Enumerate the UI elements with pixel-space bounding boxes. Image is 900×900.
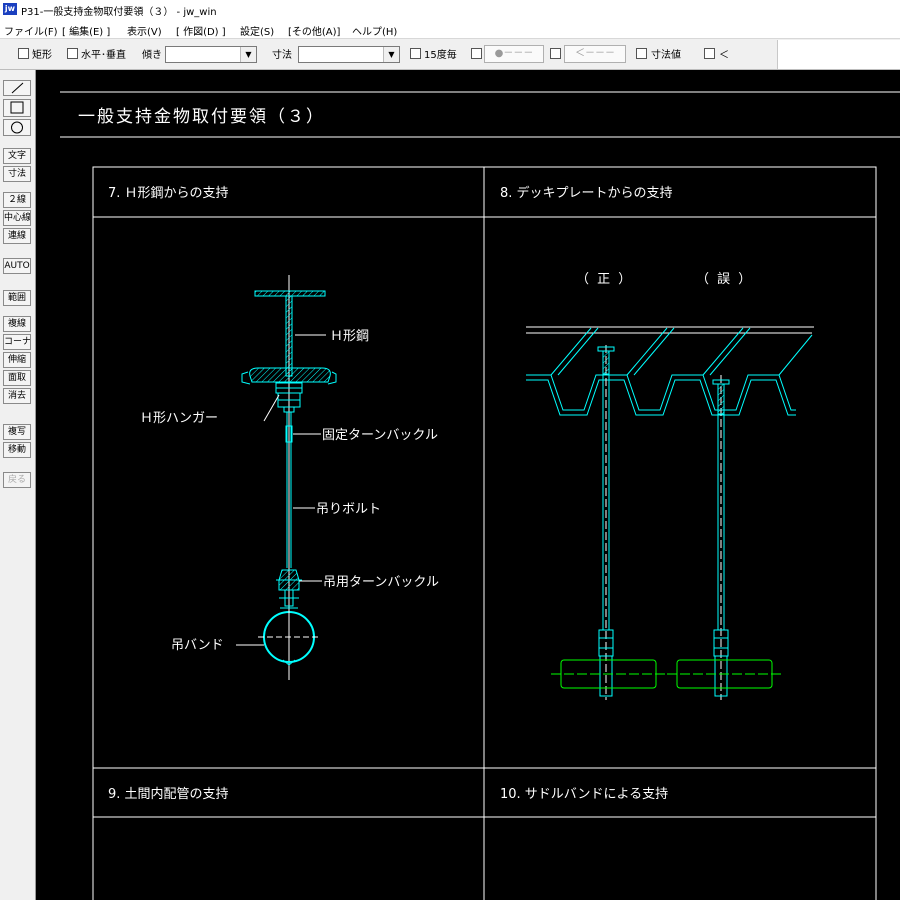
- label-hanging-turnbuckle: 吊用ターンバックル: [323, 575, 439, 590]
- menu-help[interactable]: ヘルプ(H): [352, 23, 397, 38]
- label-h-beam: Ｈ形鋼: [330, 329, 369, 344]
- button2-checkbox[interactable]: [550, 48, 561, 59]
- label-hanger-bolt: 吊りボルト: [316, 502, 381, 517]
- tilt-combo[interactable]: ▼: [165, 46, 257, 63]
- panel10-title: 10. サドルバンドによる支持: [500, 787, 668, 802]
- tilt-label: 傾き: [142, 50, 162, 61]
- every15-label: 15度毎: [424, 50, 457, 61]
- copy-tool-button[interactable]: 複写: [3, 424, 31, 440]
- correct-hanger: [597, 345, 615, 700]
- dimvalue-checkbox[interactable]: [636, 48, 647, 59]
- circle-tool-button[interactable]: [3, 119, 31, 136]
- h-beam-support-diagram: [241, 275, 337, 680]
- window-title: P31-一般支持金物取付要領（３） - jw_win: [21, 7, 217, 18]
- horizontal-checkbox[interactable]: [67, 48, 78, 59]
- square-icon: [10, 101, 24, 114]
- horizontal-label: 水平･垂直: [81, 50, 126, 61]
- last-checkbox[interactable]: [704, 48, 715, 59]
- toolbar: 矩形 水平･垂直 傾き ▼ 寸法 ▼ 15度毎 ●－－－ ＜－－－ 寸法値 ＜: [0, 39, 900, 70]
- continuous-line-tool-button[interactable]: 連線: [3, 228, 31, 244]
- menu-settings[interactable]: 設定(S): [240, 23, 274, 38]
- menu-view[interactable]: 表示(V): [127, 23, 162, 38]
- label-hanging-band: 吊バンド: [171, 638, 224, 653]
- rect-checkbox[interactable]: [18, 48, 29, 59]
- drawing-canvas[interactable]: 一般支持金物取付要領（３） 7. Ｈ形鋼からの支持 8. デッキプレートからの支…: [36, 70, 900, 900]
- line-style-button[interactable]: ●－－－: [484, 45, 544, 63]
- line-tool-button[interactable]: [3, 80, 31, 96]
- chevron-down-icon[interactable]: ▼: [383, 47, 399, 62]
- title-bar: jw P31-一般支持金物取付要領（３） - jw_win: [0, 0, 900, 19]
- range-tool-button[interactable]: 範囲: [3, 290, 31, 306]
- text-tool-button[interactable]: 文字: [3, 148, 31, 164]
- auto-tool-button[interactable]: AUTO: [3, 258, 31, 274]
- panel9-title: 9. 土間内配管の支持: [108, 786, 229, 802]
- deck-plate-diagram: [526, 326, 814, 416]
- chevron-down-icon[interactable]: ▼: [240, 47, 256, 62]
- app-icon: jw: [3, 3, 17, 15]
- h-hanger: [249, 367, 331, 383]
- tool-sidebar: 文字 寸法 ２線 中心線 連線 AUTO 範囲 複線 コーナー 伸縮 面取 消去…: [0, 70, 36, 900]
- arrow-style-button[interactable]: ＜－－－: [564, 45, 626, 63]
- dimension-tool-button[interactable]: 寸法: [3, 166, 31, 182]
- label-h-hanger: Ｈ形ハンガー: [140, 411, 218, 426]
- corner-tool-button[interactable]: コーナー: [3, 334, 31, 350]
- every15-checkbox[interactable]: [410, 48, 421, 59]
- h-beam-flange: [254, 290, 326, 297]
- h-beam-web: [285, 295, 293, 377]
- label-correct: （ 正 ）: [576, 272, 633, 287]
- wrong-hanger: [712, 375, 730, 700]
- move-tool-button[interactable]: 移動: [3, 442, 31, 458]
- button1-checkbox[interactable]: [471, 48, 482, 59]
- erase-tool-button[interactable]: 消去: [3, 388, 31, 404]
- toolbar-blank-area: [777, 40, 900, 69]
- dimvalue-label: 寸法値: [651, 50, 681, 61]
- double-line-tool-button[interactable]: ２線: [3, 192, 31, 208]
- pipes: [551, 659, 782, 689]
- undo-tool-button[interactable]: 戻る: [3, 472, 31, 488]
- rect-label: 矩形: [32, 50, 52, 61]
- menu-draw[interactable]: [ 作図(D) ]: [176, 23, 226, 38]
- page-title: 一般支持金物取付要領（３）: [78, 107, 325, 127]
- dimension-label: 寸法: [272, 50, 292, 61]
- cad-drawing: 一般支持金物取付要領（３） 7. Ｈ形鋼からの支持 8. デッキプレートからの支…: [60, 91, 900, 900]
- center-line-tool-button[interactable]: 中心線: [3, 210, 31, 226]
- menu-edit[interactable]: [ 編集(E) ]: [62, 23, 110, 38]
- panel8-title: 8. デッキプレートからの支持: [500, 185, 673, 201]
- menu-other[interactable]: [その他(A)]: [288, 23, 340, 38]
- chamfer-tool-button[interactable]: 面取: [3, 370, 31, 386]
- circle-icon: [11, 121, 23, 134]
- extend-tool-button[interactable]: 伸縮: [3, 352, 31, 368]
- menu-file[interactable]: ファイル(F): [4, 23, 58, 38]
- menu-bar: ファイル(F) [ 編集(E) ] 表示(V) [ 作図(D) ] 設定(S) …: [0, 19, 900, 39]
- panel7-title: 7. Ｈ形鋼からの支持: [108, 186, 229, 201]
- label-wrong: （ 誤 ）: [696, 271, 753, 287]
- parallel-line-tool-button[interactable]: 複線: [3, 316, 31, 332]
- label-fixed-turnbuckle: 固定ターンバックル: [322, 428, 438, 443]
- line-icon: [11, 82, 24, 94]
- rect-tool-button[interactable]: [3, 99, 31, 117]
- dimension-combo[interactable]: ▼: [298, 46, 400, 63]
- last-label: ＜: [719, 50, 729, 61]
